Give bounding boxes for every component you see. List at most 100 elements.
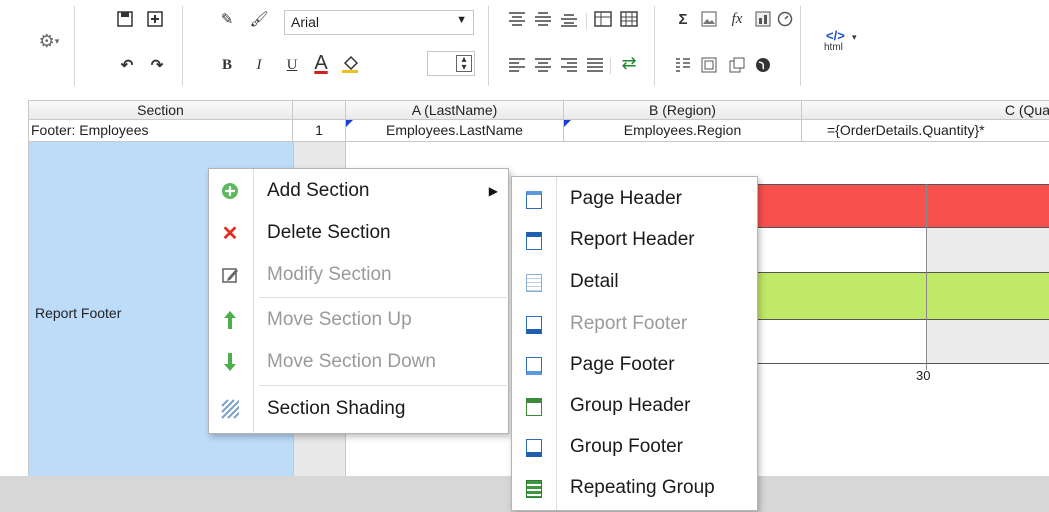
section-name-cell[interactable]: Footer: Employees — [29, 120, 293, 141]
header-col-c[interactable]: C (Qua — [802, 101, 1049, 120]
align-right-icon[interactable] — [560, 56, 578, 74]
table-icon[interactable] — [700, 56, 718, 74]
align-center-icon[interactable] — [534, 56, 552, 74]
submenu-item-detail[interactable]: Detail — [512, 262, 757, 303]
add-circle-icon — [221, 182, 239, 200]
justify-icon[interactable] — [586, 56, 604, 74]
add-section-submenu: Page Header Report Header Detail Report … — [511, 176, 758, 511]
shading-icon — [221, 399, 239, 419]
submenu-item-label: Detail — [570, 271, 619, 292]
submenu-item-group-footer[interactable]: Group Footer — [512, 427, 757, 468]
arrow-down-icon — [221, 353, 239, 371]
submenu-item-label: Report Footer — [570, 313, 688, 334]
submenu-item-report-header[interactable]: Report Header — [512, 220, 757, 261]
menu-item-label: Move Section Down — [267, 351, 436, 372]
header-section[interactable]: Section — [29, 101, 293, 120]
paint-icon[interactable]: ✎ — [218, 10, 236, 28]
border-icon[interactable] — [594, 10, 612, 28]
header-col-b[interactable]: B (Region) — [564, 101, 802, 120]
cell-c1[interactable]: ={OrderDetails.Quantity}* — [802, 120, 1049, 141]
font-size-input[interactable]: ▴ ▾ — [427, 51, 475, 76]
brush-icon[interactable]: 🖌 — [249, 10, 268, 28]
menu-item-label: Move Section Up — [267, 309, 412, 330]
toolbar-separator — [800, 6, 801, 86]
toolbar-separator — [586, 13, 587, 29]
repeating-group-icon — [526, 480, 542, 498]
axis-tick-label: 30 — [916, 368, 931, 383]
arrow-up-icon — [221, 311, 239, 329]
submenu-item-label: Report Header — [570, 229, 695, 250]
submenu-item-label: Group Footer — [570, 436, 683, 457]
undo-icon[interactable]: ↶ — [118, 56, 136, 74]
italic-icon[interactable]: I — [250, 56, 268, 74]
redo-icon[interactable]: ↷ — [148, 56, 166, 74]
menu-separator — [259, 385, 507, 386]
save-icon[interactable] — [116, 10, 134, 28]
image-icon[interactable] — [700, 10, 718, 28]
chevron-down-icon: ▼ — [456, 14, 467, 26]
html-export-button[interactable]: </> html ▾ — [810, 26, 860, 66]
menu-item-move-section-up: Move Section Up — [209, 300, 508, 340]
menu-item-section-shading[interactable]: Section Shading — [209, 389, 508, 429]
align-top-icon[interactable] — [508, 10, 526, 28]
menu-item-move-section-down: Move Section Down — [209, 342, 508, 382]
submenu-item-group-header[interactable]: Group Header — [512, 386, 757, 427]
submenu-arrow-icon: ▶ — [488, 184, 498, 198]
toolbar-separator — [488, 6, 489, 86]
align-bottom-icon[interactable] — [560, 10, 578, 28]
gauge-icon[interactable] — [776, 10, 794, 28]
gridline — [926, 184, 927, 370]
submenu-item-page-header[interactable]: Page Header — [512, 179, 757, 220]
settings-gear-icon[interactable]: ⚙ ▾ — [36, 31, 62, 51]
function-icon[interactable]: fx — [728, 10, 746, 28]
font-name-value: Arial — [291, 14, 320, 30]
submenu-item-label: Page Footer — [570, 354, 675, 375]
submenu-item-report-footer: Report Footer — [512, 304, 757, 345]
chart-icon[interactable] — [754, 10, 772, 28]
menu-item-add-section[interactable]: Add Section ▶ — [209, 171, 508, 211]
header-col-a[interactable]: A (LastName) — [346, 101, 564, 120]
submenu-item-repeating-group[interactable]: Repeating Group — [512, 468, 757, 509]
toolbar-separator — [654, 6, 655, 86]
submenu-item-page-footer[interactable]: Page Footer — [512, 345, 757, 386]
table-row: Footer: Employees 1 Employees.LastName E… — [29, 120, 1049, 142]
menu-item-label: Add Section — [267, 180, 370, 201]
copy-icon[interactable] — [728, 56, 746, 74]
add-icon[interactable] — [146, 10, 164, 28]
report-header-icon — [526, 232, 542, 250]
font-size-spinner[interactable]: ▴ ▾ — [456, 55, 472, 73]
cell-a1[interactable]: Employees.LastName — [346, 120, 564, 141]
report-footer-icon — [526, 316, 542, 334]
fill-color-icon[interactable] — [340, 54, 358, 73]
header-number[interactable] — [293, 101, 346, 120]
sum-icon[interactable]: Σ — [674, 10, 692, 28]
page-footer-icon — [526, 357, 542, 375]
menu-item-label: Delete Section — [267, 222, 391, 243]
cell-a1-text: Employees.LastName — [386, 122, 523, 138]
list-icon[interactable] — [674, 56, 692, 74]
submenu-item-label: Page Header — [570, 188, 682, 209]
bold-icon[interactable]: B — [218, 56, 236, 74]
cell-b1-text: Employees.Region — [623, 122, 742, 138]
group-footer-icon — [526, 439, 542, 457]
cell-marker-icon — [564, 120, 571, 127]
font-family-select[interactable]: Arial ▼ — [284, 10, 474, 35]
globe-icon[interactable] — [754, 56, 772, 74]
chevron-down-icon: ▾ — [852, 32, 857, 42]
cell-b1[interactable]: Employees.Region — [564, 120, 802, 141]
chart-stripe — [926, 320, 1049, 364]
chart-stripe — [926, 228, 1049, 272]
menu-item-modify-section: Modify Section — [209, 255, 508, 295]
grid-icon[interactable] — [620, 10, 638, 28]
menu-item-label: Section Shading — [267, 398, 406, 419]
toolbar-separator — [182, 6, 183, 86]
underline-icon[interactable]: U — [283, 56, 301, 74]
font-color-icon[interactable]: A — [312, 52, 330, 74]
align-left-icon[interactable] — [508, 56, 526, 74]
detail-icon — [526, 274, 542, 292]
wrap-icon[interactable]: ⇄ — [620, 53, 638, 73]
menu-item-delete-section[interactable]: ✕ Delete Section — [209, 213, 508, 253]
submenu-item-label: Repeating Group — [570, 477, 715, 498]
align-middle-icon[interactable] — [534, 10, 552, 28]
toolbar-separator — [74, 6, 75, 86]
